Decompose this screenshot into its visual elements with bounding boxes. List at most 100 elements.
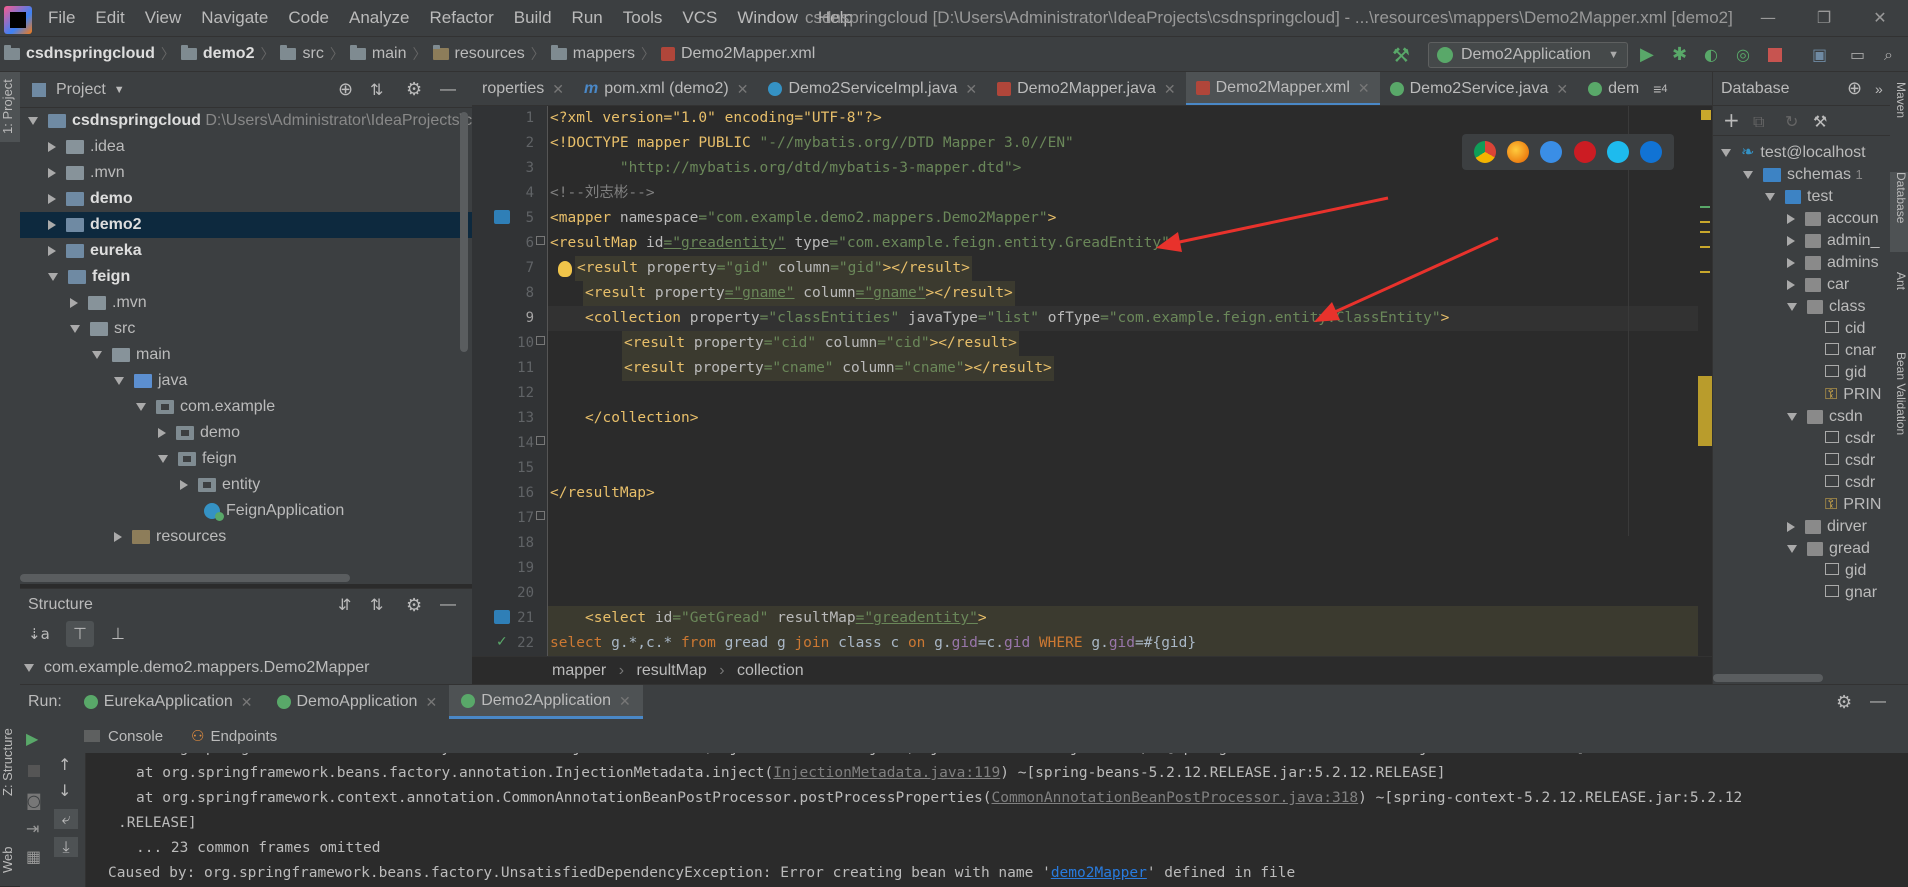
crumb-resultmap[interactable]: resultMap bbox=[636, 662, 706, 679]
locate-icon[interactable]: ⊕ bbox=[338, 79, 353, 100]
breadcrumb-module[interactable]: demo2 bbox=[177, 37, 259, 71]
tool-tab-project[interactable]: 1: Project bbox=[0, 72, 20, 142]
tool-tab-web[interactable]: Web bbox=[0, 840, 20, 880]
expand-icon[interactable] bbox=[70, 324, 80, 333]
expand-icon[interactable] bbox=[114, 531, 122, 542]
expand-icon[interactable] bbox=[48, 245, 56, 256]
breadcrumb-main[interactable]: main bbox=[346, 37, 411, 71]
collapse-all-icon[interactable]: ⇅ bbox=[370, 80, 383, 100]
expand-icon[interactable] bbox=[1787, 257, 1795, 268]
menu-view[interactable]: View bbox=[135, 0, 192, 36]
expand-icon[interactable] bbox=[48, 272, 58, 281]
stop-icon[interactable] bbox=[1768, 48, 1782, 62]
show-fields-icon[interactable]: ⊤ bbox=[66, 621, 94, 647]
gear-icon[interactable]: ⚙ bbox=[1836, 692, 1852, 713]
soft-wrap-icon[interactable]: ⤶ bbox=[54, 809, 78, 829]
chevron-down-icon[interactable]: ▼ bbox=[114, 84, 125, 96]
breadcrumb-file[interactable]: Demo2Mapper.xml bbox=[657, 37, 819, 71]
menu-navigate[interactable]: Navigate bbox=[191, 0, 278, 36]
expand-icon[interactable] bbox=[48, 141, 56, 152]
breadcrumb-src[interactable]: src bbox=[276, 37, 327, 71]
menu-file[interactable]: File bbox=[38, 0, 85, 36]
expand-icon[interactable] bbox=[1787, 235, 1795, 246]
tree-item-demo2[interactable]: demo2 bbox=[20, 212, 472, 238]
expand-icon[interactable] bbox=[158, 454, 168, 463]
gear-icon[interactable]: ⊕ bbox=[1847, 78, 1862, 99]
menu-vcs[interactable]: VCS bbox=[672, 0, 727, 36]
expand-all-icon[interactable]: ⇵ bbox=[338, 595, 351, 615]
show-inherited-icon[interactable]: ⊥ bbox=[104, 621, 132, 647]
chrome-icon[interactable] bbox=[1473, 141, 1496, 163]
run-icon[interactable]: ▶ bbox=[1640, 44, 1662, 66]
db-item-column[interactable]: gnar bbox=[1713, 580, 1891, 606]
tab-overflow-button[interactable]: ≡ 4 bbox=[1649, 72, 1671, 105]
project-panel-title[interactable]: Project bbox=[56, 81, 106, 99]
arrow-up-icon[interactable]: ↑ bbox=[58, 755, 71, 774]
tree-item-feign-mvn[interactable]: .mvn bbox=[20, 290, 472, 316]
coverage-icon[interactable]: ◐ bbox=[1704, 44, 1726, 66]
restore-icon[interactable]: ❐ bbox=[1796, 0, 1852, 36]
tree-item-mvn[interactable]: .mvn bbox=[20, 160, 472, 186]
tree-item-feign[interactable]: feign bbox=[20, 264, 472, 290]
close-tab-icon[interactable]: ✕ bbox=[1556, 72, 1568, 105]
menu-edit[interactable]: Edit bbox=[85, 0, 134, 36]
crumb-collection[interactable]: collection bbox=[737, 662, 804, 679]
close-tab-icon[interactable]: ✕ bbox=[619, 684, 631, 718]
breadcrumb-project[interactable]: csdnspringcloud bbox=[0, 37, 159, 71]
tree-item-demo-pkg[interactable]: demo bbox=[20, 420, 472, 446]
hide-icon[interactable]: — bbox=[1870, 693, 1886, 711]
tree-item-main[interactable]: main bbox=[20, 342, 472, 368]
arrow-down-icon[interactable]: ↓ bbox=[58, 781, 71, 800]
horizontal-scrollbar[interactable] bbox=[1713, 674, 1823, 682]
tree-item-resources[interactable]: resources bbox=[20, 524, 472, 548]
scroll-to-end-icon[interactable]: ⤓ bbox=[54, 837, 78, 857]
run-tab-eureka[interactable]: EurekaApplication ✕ bbox=[72, 685, 265, 719]
expand-icon[interactable] bbox=[180, 479, 188, 490]
tree-item-demo[interactable]: demo bbox=[20, 186, 472, 212]
layout-icon[interactable]: ▦ bbox=[26, 847, 41, 866]
tab-properties[interactable]: roperties ✕ bbox=[472, 72, 574, 105]
tree-item-feign-application[interactable]: FeignApplication bbox=[20, 498, 472, 524]
warning-icon[interactable] bbox=[1701, 110, 1711, 120]
expand-icon[interactable] bbox=[92, 350, 102, 359]
exit-icon[interactable]: ⇥ bbox=[26, 819, 39, 838]
expand-icon[interactable] bbox=[1787, 302, 1797, 311]
tree-item-src[interactable]: src bbox=[20, 316, 472, 342]
tab-demo2mapper-xml[interactable]: Demo2Mapper.xml ✕ bbox=[1185, 72, 1380, 105]
build-hammer-icon[interactable]: ⚒ bbox=[1392, 44, 1414, 66]
tool-tab-structure[interactable]: Z: Structure bbox=[0, 712, 20, 812]
menu-build[interactable]: Build bbox=[504, 0, 562, 36]
tree-item-idea[interactable]: .idea bbox=[20, 134, 472, 160]
expand-icon[interactable] bbox=[158, 427, 166, 438]
menu-analyze[interactable]: Analyze bbox=[339, 0, 419, 36]
profile-icon[interactable]: ◎ bbox=[1736, 44, 1758, 66]
tree-item-com-example[interactable]: com.example bbox=[20, 394, 472, 420]
subtab-endpoints[interactable]: ⚇ Endpoints bbox=[177, 719, 291, 753]
sort-alpha-icon[interactable]: ⇣a bbox=[28, 625, 50, 643]
rerun-icon[interactable]: ▶ bbox=[26, 729, 38, 748]
search-icon[interactable]: ⌕ bbox=[1884, 44, 1906, 66]
expand-icon[interactable] bbox=[1787, 521, 1795, 532]
collapse-all-icon[interactable]: ⇅ bbox=[370, 595, 383, 615]
expand-panel-icon[interactable]: » bbox=[1875, 81, 1883, 97]
expand-icon[interactable] bbox=[136, 402, 146, 411]
presentation-icon[interactable]: ▭ bbox=[1850, 44, 1872, 66]
expand-icon[interactable] bbox=[1787, 213, 1795, 224]
run-configuration-select[interactable]: Demo2Application ▼ bbox=[1428, 42, 1628, 68]
close-icon[interactable]: ✕ bbox=[1852, 0, 1908, 36]
tree-item-entity[interactable]: entity bbox=[20, 472, 472, 498]
expand-icon[interactable] bbox=[1787, 412, 1797, 421]
close-tab-icon[interactable]: ✕ bbox=[425, 685, 437, 719]
expand-icon[interactable] bbox=[48, 219, 56, 230]
close-tab-icon[interactable]: ✕ bbox=[1164, 72, 1176, 105]
refresh-icon[interactable]: ↻ bbox=[1785, 112, 1798, 131]
console-output[interactable]: at org.springframework.beans.factory.ann… bbox=[86, 753, 1908, 887]
close-tab-icon[interactable]: ✕ bbox=[965, 72, 977, 105]
stop-icon[interactable] bbox=[28, 765, 40, 777]
menu-tools[interactable]: Tools bbox=[613, 0, 673, 36]
tab-demo2service[interactable]: Demo2Service.java ✕ bbox=[1380, 72, 1578, 105]
project-structure-icon[interactable]: ▣ bbox=[1812, 44, 1834, 66]
tab-demo2serviceimpl[interactable]: Demo2ServiceImpl.java ✕ bbox=[758, 72, 987, 105]
tab-demo2mapper-java[interactable]: Demo2Mapper.java ✕ bbox=[987, 72, 1185, 105]
properties-icon[interactable]: ⚒ bbox=[1813, 112, 1827, 131]
